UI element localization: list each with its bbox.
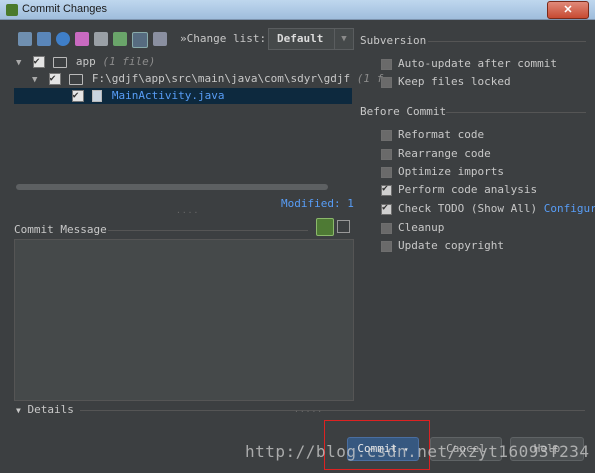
- tree-node-app[interactable]: ▼ app (1 file): [16, 54, 155, 70]
- title-bar: Commit Changes ✕: [0, 0, 595, 20]
- option-perform-code-analysis[interactable]: Perform code analysis: [381, 183, 537, 196]
- folder-checkbox[interactable]: [48, 71, 61, 87]
- divider: [108, 230, 308, 231]
- app-checkbox[interactable]: [32, 54, 45, 70]
- module-icon: [53, 56, 68, 68]
- splitter-grip[interactable]: .....: [294, 405, 323, 414]
- expand-all-icon[interactable]: [132, 32, 148, 48]
- rollback-icon[interactable]: [75, 32, 89, 46]
- checkbox[interactable]: [381, 58, 392, 70]
- divider: [428, 41, 586, 42]
- jump-to-source-icon[interactable]: [94, 32, 108, 46]
- folder-icon: [69, 73, 84, 85]
- option-reformat-code[interactable]: Reformat code: [381, 128, 484, 141]
- expand-arrow-icon[interactable]: ▼: [16, 55, 26, 71]
- option-optimize-imports[interactable]: Optimize imports: [381, 165, 504, 178]
- commit-message-textarea[interactable]: [14, 239, 354, 401]
- configure-link[interactable]: Configure: [544, 202, 595, 215]
- checkbox[interactable]: [381, 166, 392, 178]
- collapse-all-icon[interactable]: [153, 32, 167, 46]
- group-by-icon[interactable]: [113, 32, 127, 46]
- checkbox[interactable]: [381, 202, 392, 215]
- horizontal-scrollbar[interactable]: [16, 184, 352, 192]
- close-button[interactable]: ✕: [547, 1, 589, 19]
- file-checkbox[interactable]: [71, 88, 84, 104]
- before-commit-title: Before Commit: [360, 105, 447, 118]
- modified-count: Modified: 1: [281, 197, 354, 210]
- option-label: Check TODO (Show All): [398, 202, 538, 215]
- change-list-value: Default: [277, 32, 324, 45]
- option-cleanup[interactable]: Cleanup: [381, 221, 444, 234]
- expand-arrow-icon[interactable]: ▼: [32, 72, 42, 88]
- option-label: Reformat code: [398, 128, 485, 141]
- details-label: Details: [27, 403, 74, 416]
- app-icon: [6, 4, 18, 16]
- option-label: Perform code analysis: [398, 183, 538, 196]
- divider: [80, 410, 585, 411]
- file-count: (1 file): [102, 55, 156, 68]
- collapse-arrow-icon: ▼: [16, 406, 21, 415]
- tree-node-label: app: [75, 55, 96, 68]
- change-list-label: »Change list:: [180, 32, 267, 45]
- checkbox[interactable]: [381, 76, 392, 88]
- move-to-changelist-icon[interactable]: [37, 32, 51, 46]
- copy-message-icon[interactable]: [337, 220, 350, 233]
- vcs-history-icon[interactable]: [316, 218, 334, 236]
- chevron-down-icon: ▼: [334, 29, 353, 49]
- changes-toolbar: [18, 32, 167, 48]
- option-check-todo[interactable]: Check TODO (Show All) Configure: [381, 202, 595, 215]
- window-title: Commit Changes: [22, 3, 107, 15]
- details-toggle[interactable]: ▼ Details: [16, 403, 74, 416]
- commit-message-label: Commit Message: [14, 223, 107, 236]
- tree-node-folder[interactable]: ▼ F:\gdjf\app\src\main\java\com\sdyr\gdj…: [32, 71, 383, 87]
- subversion-title: Subversion: [360, 34, 427, 47]
- refresh-icon[interactable]: [56, 32, 70, 46]
- option-label: Auto-update after commit: [398, 57, 557, 70]
- divider: [446, 112, 586, 113]
- option-rearrange-code[interactable]: Rearrange code: [381, 147, 491, 160]
- watermark-text: http://blog.csdn.net/xzyt16093f234: [245, 442, 590, 461]
- changes-tree: ▼ app (1 file) ▼ F:\gdjf\app\src\main\ja…: [14, 52, 383, 192]
- checkbox[interactable]: [381, 240, 392, 252]
- option-label: Keep files locked: [398, 75, 511, 88]
- option-label: Rearrange code: [398, 147, 491, 160]
- change-list-dropdown[interactable]: Default ▼: [268, 28, 354, 50]
- checkbox[interactable]: [381, 222, 392, 234]
- show-diff-icon[interactable]: [18, 32, 32, 46]
- checkbox[interactable]: [381, 148, 392, 160]
- option-label: Optimize imports: [398, 165, 504, 178]
- file-count: (1 f: [356, 72, 384, 85]
- option-label: Update copyright: [398, 239, 504, 252]
- option-update-copyright[interactable]: Update copyright: [381, 239, 504, 252]
- scrollbar-thumb[interactable]: [16, 184, 328, 190]
- option-label: Cleanup: [398, 221, 445, 234]
- option-auto-update[interactable]: Auto-update after commit: [381, 57, 557, 70]
- checkbox[interactable]: [381, 183, 392, 196]
- checkbox[interactable]: [381, 129, 392, 141]
- option-keep-files-locked[interactable]: Keep files locked: [381, 75, 511, 88]
- tree-node-file[interactable]: MainActivity.java: [14, 88, 352, 104]
- file-name: MainActivity.java: [111, 89, 225, 102]
- folder-path: F:\gdjf\app\src\main\java\com\sdyr\gdjf: [91, 72, 351, 85]
- java-file-icon: [92, 90, 103, 102]
- splitter-grip[interactable]: ....: [176, 206, 199, 215]
